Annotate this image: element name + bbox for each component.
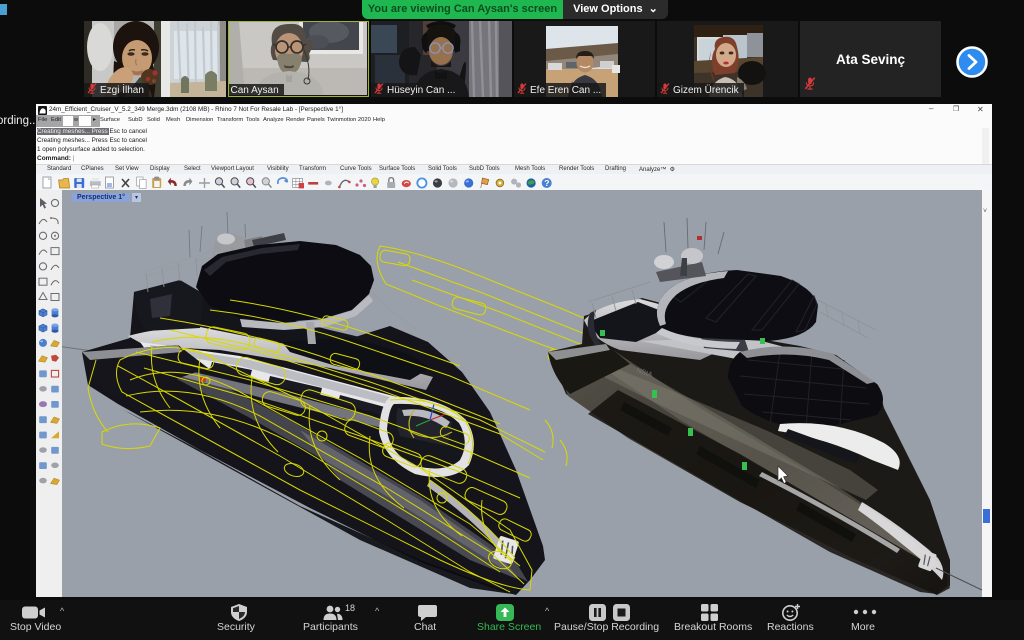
svg-text:?: ? (544, 178, 549, 188)
